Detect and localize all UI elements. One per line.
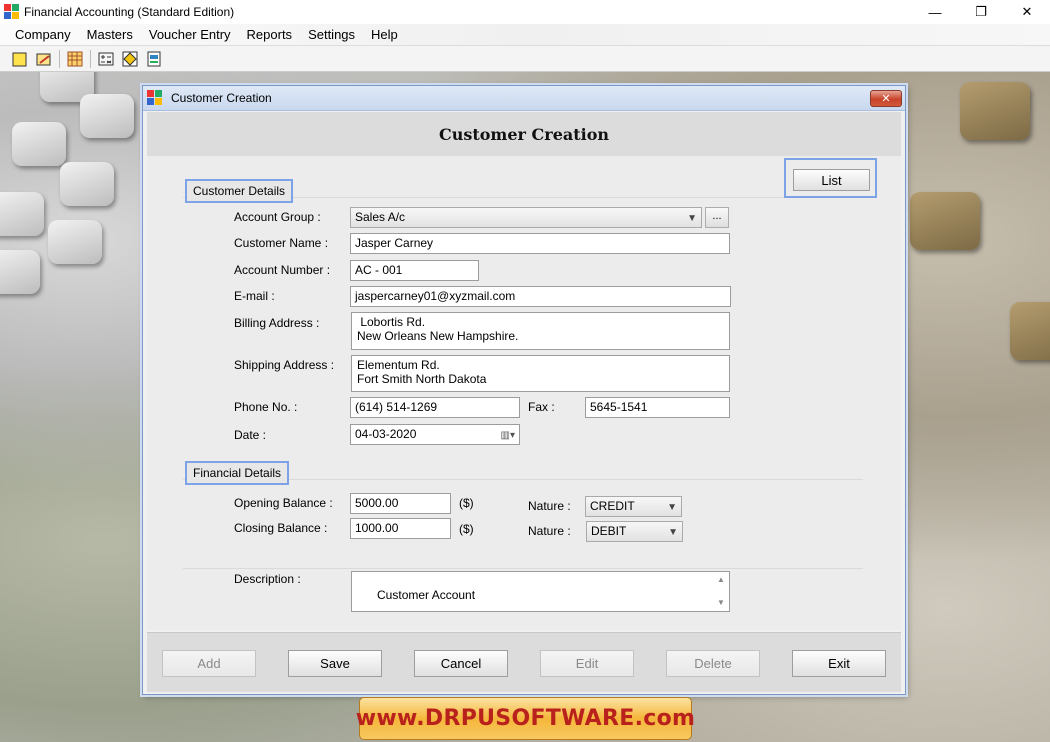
calendar-icon[interactable]: ▥▾	[501, 428, 515, 443]
toolbar-separator	[90, 49, 91, 68]
scroll-down-icon[interactable]: ▼	[717, 596, 725, 610]
decor-key	[0, 250, 40, 294]
account-number-input[interactable]: AC - 001	[350, 260, 479, 281]
customer-creation-dialog: Customer Creation ✕ Customer Creation Cu…	[142, 85, 906, 695]
opening-currency-label: ($)	[459, 496, 474, 510]
phone-input[interactable]: (614) 514-1269	[350, 397, 520, 418]
closing-currency-label: ($)	[459, 522, 474, 536]
dialog-close-button[interactable]: ✕	[870, 90, 902, 107]
decor-key	[0, 192, 44, 236]
email-input[interactable]: jaspercarney01@xyzmail.com	[350, 286, 731, 307]
list-button-frame: List	[784, 158, 877, 198]
customer-name-input[interactable]: Jasper Carney	[350, 233, 730, 254]
edit-button[interactable]: Edit	[540, 650, 634, 677]
menu-masters[interactable]: Masters	[79, 27, 141, 42]
table-icon[interactable]	[66, 50, 84, 68]
decor-key	[48, 220, 102, 264]
list-button[interactable]: List	[793, 169, 870, 191]
section-divider	[183, 568, 863, 569]
maximize-button[interactable]: ❐	[958, 0, 1004, 24]
phone-label: Phone No. :	[234, 400, 298, 414]
closing-balance-label: Closing Balance :	[234, 521, 328, 535]
closing-nature-select[interactable]: DEBIT ▼	[586, 521, 683, 542]
menu-voucher-entry[interactable]: Voucher Entry	[141, 27, 239, 42]
menu-help[interactable]: Help	[363, 27, 406, 42]
closing-nature-label: Nature :	[528, 524, 571, 538]
export-icon[interactable]	[145, 50, 163, 68]
minimize-button[interactable]: —	[912, 0, 958, 24]
email-label: E-mail :	[234, 289, 275, 303]
customer-name-label: Customer Name :	[234, 236, 329, 250]
menu-company[interactable]: Company	[7, 27, 79, 42]
chevron-down-icon: ▼	[687, 213, 697, 224]
date-value: 04-03-2020	[355, 427, 417, 441]
opening-balance-label: Opening Balance :	[234, 496, 333, 510]
dialog-title: Customer Creation	[171, 91, 272, 105]
account-number-label: Account Number :	[234, 263, 331, 277]
shipping-address-input[interactable]: Elementum Rd. Fort Smith North Dakota	[351, 355, 730, 392]
dialog-titlebar: Customer Creation ✕	[143, 86, 905, 111]
menu-settings[interactable]: Settings	[300, 27, 363, 42]
decor-key	[910, 192, 980, 250]
decor-key	[60, 162, 114, 206]
diamond-icon[interactable]	[121, 50, 139, 68]
billing-address-label: Billing Address :	[234, 316, 320, 330]
app-titlebar: Financial Accounting (Standard Edition) …	[0, 0, 1050, 24]
scroll-up-icon[interactable]: ▲	[717, 573, 725, 587]
opening-balance-input[interactable]: 5000.00	[350, 493, 451, 514]
decor-key	[12, 122, 66, 166]
save-button[interactable]: Save	[288, 650, 382, 677]
new-icon[interactable]	[11, 50, 29, 68]
add-button[interactable]: Add	[162, 650, 256, 677]
dialog-footer: Add Save Cancel Edit Delete Exit	[147, 632, 901, 692]
toolbar	[0, 46, 1050, 72]
delete-button[interactable]: Delete	[666, 650, 760, 677]
fax-label: Fax :	[528, 400, 555, 414]
decor-key	[960, 82, 1030, 140]
decor-key	[1010, 302, 1050, 360]
fax-input[interactable]: 5645-1541	[585, 397, 730, 418]
description-scrollbar[interactable]: ▲ ▼	[714, 573, 728, 610]
app-title: Financial Accounting (Standard Edition)	[24, 5, 235, 19]
billing-address-input[interactable]: Lobortis Rd. New Orleans New Hampshire.	[351, 312, 730, 350]
customer-details-tab: Customer Details	[185, 179, 294, 203]
account-group-select[interactable]: Sales A/c ▼	[350, 207, 702, 228]
closing-nature-value: DEBIT	[591, 524, 627, 538]
cancel-button[interactable]: Cancel	[414, 650, 508, 677]
dialog-body: Customer Details List Account Group : Sa…	[147, 156, 901, 630]
opening-nature-select[interactable]: CREDIT ▼	[585, 496, 682, 517]
financial-details-tab: Financial Details	[185, 461, 290, 485]
date-picker[interactable]: 04-03-2020 ▥▾	[350, 424, 520, 445]
app-icon	[4, 4, 20, 20]
description-label: Description :	[234, 572, 301, 586]
closing-balance-input[interactable]: 1000.00	[350, 518, 451, 539]
opening-nature-value: CREDIT	[590, 499, 635, 513]
close-button[interactable]: ✕	[1004, 0, 1050, 24]
dialog-heading: Customer Creation	[147, 112, 901, 156]
open-icon[interactable]	[35, 50, 53, 68]
description-input[interactable]: Customer Account ▲ ▼	[351, 571, 730, 612]
chevron-down-icon: ▼	[668, 527, 678, 538]
dialog-icon	[147, 90, 163, 106]
menu-bar: Company Masters Voucher Entry Reports Se…	[0, 24, 1050, 46]
account-group-browse-button[interactable]: ...	[705, 207, 729, 228]
account-group-value: Sales A/c	[355, 210, 406, 224]
decor-key	[80, 94, 134, 138]
opening-nature-label: Nature :	[528, 499, 571, 513]
account-group-label: Account Group :	[234, 210, 321, 224]
shipping-address-label: Shipping Address :	[234, 358, 335, 372]
chevron-down-icon: ▼	[667, 502, 677, 513]
calc-icon[interactable]	[97, 50, 115, 68]
description-value: Customer Account	[377, 588, 476, 602]
watermark-banner: www.DRPUSOFTWARE.com	[356, 697, 695, 740]
exit-button[interactable]: Exit	[792, 650, 886, 677]
date-label: Date :	[234, 428, 267, 442]
toolbar-separator	[59, 49, 60, 68]
menu-reports[interactable]: Reports	[239, 27, 301, 42]
